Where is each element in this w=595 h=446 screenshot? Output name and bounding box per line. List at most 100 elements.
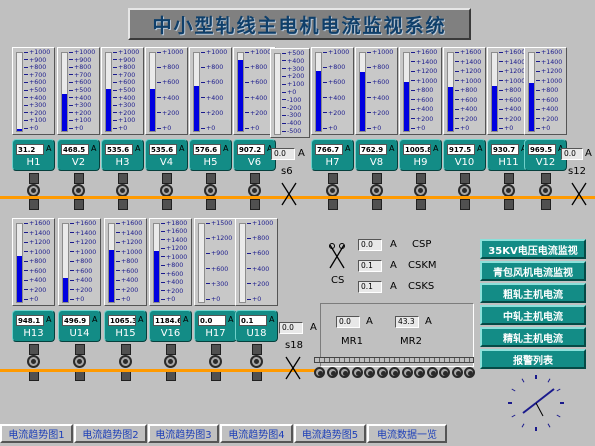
- clock-tick: [556, 388, 561, 392]
- trend-tab-0[interactable]: 电流趋势图1: [0, 424, 73, 443]
- current-unit: A: [389, 144, 395, 153]
- stand-h9-panel[interactable]: 1005.8 A H9: [399, 139, 442, 171]
- nav-button-2[interactable]: 粗轧主机电流: [480, 283, 586, 303]
- current-unit: A: [183, 315, 189, 324]
- stand-name: H5: [203, 157, 218, 168]
- stand-v8-panel[interactable]: 762.9 A V8: [355, 139, 398, 171]
- clock-icon: [505, 372, 567, 434]
- current-unit: A: [228, 315, 234, 324]
- stand-housing: [166, 344, 176, 355]
- stand-name: U14: [69, 328, 90, 339]
- stand-housing: [250, 199, 260, 210]
- stand-v16-panel[interactable]: 1184.6 A V16: [149, 310, 192, 342]
- gauge-tick-label: +200: [157, 110, 179, 117]
- gauge-tick-label: +200: [245, 110, 267, 117]
- trend-tab-5[interactable]: 电流数据一览: [367, 424, 447, 443]
- mr-value-mr2: 43.3: [395, 316, 419, 328]
- gauge-tick-label: +600: [247, 251, 269, 257]
- stand-h1-panel[interactable]: 31.2 A H1: [12, 139, 55, 171]
- nav-button-3[interactable]: 中轧主机电流: [480, 305, 586, 325]
- stand-h15-panel[interactable]: 1065.3 A H15: [104, 310, 147, 342]
- clock-tick: [521, 423, 525, 428]
- gauge-tick-label: +1600: [455, 49, 481, 56]
- gauge-fill: [448, 86, 453, 131]
- nav-button-0[interactable]: 35KV电压电流监视: [480, 239, 586, 259]
- gauge-fill: [63, 277, 68, 302]
- gauge-tick-label: +200: [323, 110, 345, 117]
- cs-label: CS: [331, 275, 345, 286]
- stand-v4-panel[interactable]: 535.6 A V4: [145, 139, 188, 171]
- stand-housing: [206, 199, 216, 210]
- gauge-tick-label: +900: [69, 57, 91, 64]
- clock-tick: [556, 414, 561, 418]
- current-unit: A: [345, 144, 351, 153]
- gauge-tick-label: +400: [536, 106, 558, 113]
- stand-h3-panel[interactable]: 535.6 A H3: [101, 139, 144, 171]
- gauge-tick-label: +400: [24, 95, 46, 102]
- stand-h17-panel[interactable]: 0.0 A H17: [194, 310, 237, 342]
- stand-name: V4: [159, 157, 174, 168]
- mr-label-mr2: MR2: [400, 336, 422, 347]
- page-title: 中小型轧线主电机电流监视系统: [128, 8, 471, 40]
- current-value: 766.7: [315, 144, 343, 155]
- s18-shear-icon[interactable]: [283, 354, 303, 382]
- gauge-tick-label: +100: [282, 82, 304, 88]
- stand-u14-panel[interactable]: 496.9 A U14: [58, 310, 101, 342]
- gauge-tick-label: +1600: [70, 220, 96, 227]
- gauge-tick-label: +1000: [113, 49, 139, 56]
- runout-roll-icon: [439, 367, 450, 378]
- current-value: 930.7: [491, 144, 519, 155]
- gauge-tick-label: +600: [161, 271, 183, 278]
- stand-h7-panel[interactable]: 766.7 A H7: [311, 139, 354, 171]
- gauge-tick-label: +1400: [116, 230, 142, 237]
- gauge-tick-label: +0: [367, 125, 381, 132]
- current-value: 917.5: [447, 144, 475, 155]
- gauge-tick-label: +800: [201, 65, 223, 71]
- current-unit: A: [91, 144, 97, 153]
- s12-shear-icon[interactable]: [569, 180, 589, 208]
- gauge-tick-label: +800: [411, 87, 433, 94]
- s6-value: 0.0: [271, 148, 295, 160]
- gauge-tick-label: +600: [24, 80, 46, 86]
- stand-name: V12: [535, 157, 556, 168]
- gauge-tick-label: +600: [455, 97, 477, 104]
- gauge-tick-label: +600: [245, 80, 267, 86]
- stand-v2-panel[interactable]: 468.5 A V2: [57, 139, 100, 171]
- gauge-tick-label: +1000: [24, 249, 50, 256]
- nav-button-1[interactable]: 青包风机电流监视: [480, 261, 586, 281]
- nav-button-4[interactable]: 精轧主机电流: [480, 327, 586, 347]
- cs-shear-icon[interactable]: [326, 242, 348, 272]
- gauge-tick-label: +0: [282, 89, 296, 96]
- stand-housing: [460, 173, 470, 184]
- cs-label-cskm: CSKM: [408, 260, 437, 271]
- gauge-tick-label: +500: [113, 87, 135, 94]
- current-value: 468.5: [61, 144, 89, 155]
- gauge-tick-label: +0: [536, 125, 550, 132]
- runout-roll-icon: [401, 367, 413, 378]
- gauge-fill: [529, 83, 534, 131]
- roll-icon: [250, 355, 263, 368]
- stand-v6-panel[interactable]: 907.2 A V6: [233, 139, 276, 171]
- trend-tab-2[interactable]: 电流趋势图3: [148, 424, 219, 443]
- stand-u18-panel[interactable]: 0.1 A U18: [235, 310, 278, 342]
- gauge-fill: [17, 128, 22, 131]
- gauge-fill: [62, 94, 67, 131]
- s6-shear-icon[interactable]: [279, 180, 299, 208]
- stand-h13-panel[interactable]: 948.1 A H13: [12, 310, 55, 342]
- stand-housing: [504, 173, 514, 184]
- gauge-tick-label: +1000: [323, 49, 349, 56]
- gauge-tick-label: +800: [113, 65, 135, 71]
- current-value: 576.6: [193, 144, 221, 155]
- roll-icon: [164, 355, 177, 368]
- stand-h5-panel[interactable]: 576.6 A H5: [189, 139, 232, 171]
- s12-unit: A: [585, 148, 592, 159]
- trend-tab-4[interactable]: 电流趋势图5: [294, 424, 366, 443]
- gauge-tick-label: +200: [367, 110, 389, 117]
- nav-button-5[interactable]: 报警列表: [480, 349, 586, 369]
- gauge-tick-label: +300: [206, 281, 228, 288]
- cs-label-csp: CSP: [412, 239, 432, 250]
- trend-tab-1[interactable]: 电流趋势图2: [74, 424, 147, 443]
- trend-tab-3[interactable]: 电流趋势图4: [220, 424, 293, 443]
- stand-v10-panel[interactable]: 917.5 A V10: [443, 139, 486, 171]
- gauge-tick-label: +0: [245, 125, 259, 132]
